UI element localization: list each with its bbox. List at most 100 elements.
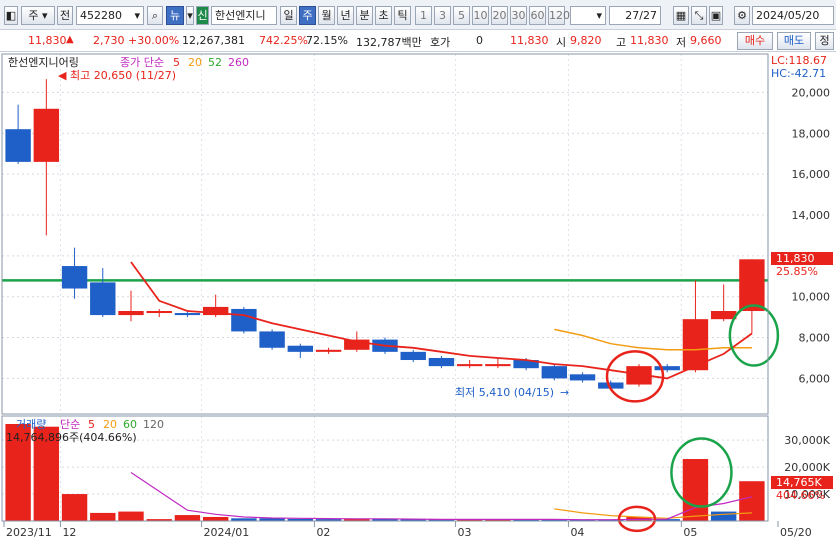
candle-body (61, 266, 88, 289)
period-tab-1[interactable]: 주 (299, 6, 316, 25)
high-arrow-icon: ◀ (58, 69, 67, 82)
candle-body (287, 345, 314, 352)
candle-body (174, 313, 201, 316)
open-label: 시 (556, 36, 567, 49)
edit-button[interactable]: 정 (815, 32, 834, 50)
interval-button-2[interactable]: 5 (453, 6, 470, 25)
interval-button-6[interactable]: 60 (529, 6, 546, 25)
interval-button-3[interactable]: 10 (472, 6, 489, 25)
candle-body (118, 310, 144, 316)
count-value: 27/27 (625, 9, 657, 22)
last-price-tag-text: 11,830 (776, 252, 815, 265)
hoga-label: 호가 (430, 36, 451, 49)
price-tick-label: 20,000 (792, 86, 831, 99)
volume-bar (202, 516, 229, 521)
current-price: 11,830 (28, 34, 67, 47)
x-tick-label: 2023/11 (6, 526, 52, 539)
ma-20-label: 20 (188, 56, 202, 69)
lc-label: LC:118.67 (771, 54, 827, 67)
gear-icon[interactable]: ⚙ (734, 6, 750, 25)
amount: 132,787백만 (356, 36, 422, 49)
volume-bar (90, 512, 116, 521)
candle-body (231, 308, 257, 332)
low-price: 9,660 (690, 34, 722, 47)
interval-button-7[interactable]: 120 (548, 6, 570, 25)
period-tab-5[interactable]: 초 (375, 6, 392, 25)
vol-ma-5-label: 5 (88, 418, 95, 431)
code-input[interactable]: 452280 ▾ (76, 6, 144, 25)
date-field[interactable]: 2024/05/20 (752, 6, 834, 25)
period-tab-6[interactable]: 틱 (394, 6, 411, 25)
last-change-tag: 25.85% (776, 265, 818, 278)
last-volume-tag-text: 14,765K (776, 476, 822, 489)
low-label: 저 (676, 36, 687, 49)
volume-bar (174, 515, 201, 521)
count-select[interactable]: ▾ (570, 6, 606, 25)
period-tab-4[interactable]: 분 (356, 6, 373, 25)
price-tick-label: 6,000 (799, 372, 831, 385)
sell-button[interactable]: 매도 (777, 32, 811, 50)
period-tab-2[interactable]: 월 (318, 6, 335, 25)
volume-note: 14,764,896주(404.66%) (6, 431, 137, 444)
ma-52-label: 52 (208, 56, 222, 69)
price-tick-label: 18,000 (792, 127, 831, 140)
stock-chart[interactable]: 6,0008,00010,00012,00014,00016,00018,000… (0, 52, 836, 542)
turnover: 72.15% (306, 34, 348, 47)
period-tab-3[interactable]: 년 (337, 6, 354, 25)
volume-ratio: 742.25% (259, 34, 308, 47)
date-value: 2024/05/20 (756, 9, 820, 22)
search-icon[interactable]: ⌕ (147, 6, 163, 25)
last-volume-pct: 404.66% (776, 489, 825, 502)
volume-bar (61, 494, 88, 521)
stock-name-field[interactable]: 한선엔지니 (211, 6, 277, 25)
candle-body (485, 364, 511, 367)
window-icon[interactable]: ◧ (4, 6, 18, 25)
save-icon[interactable]: ▣ (709, 6, 723, 25)
interval-button-5[interactable]: 30 (510, 6, 527, 25)
candle-body (5, 129, 31, 162)
panel-title: 한선엔지니어링 (8, 56, 79, 69)
candle-body (315, 349, 342, 352)
toolbar: ◧ 주 ▾ 전 452280 ▾ ⌕ 뉴 ▾ 신 한선엔지니 일주월년분초틱 13… (0, 0, 836, 30)
x-tick-label: 2024/01 (204, 526, 250, 539)
volume-title: 거래량 (16, 418, 46, 431)
change: 2,730 +30.00% (93, 34, 180, 47)
hc-label: HC:-42.71 (771, 67, 826, 80)
price-tick-label: 16,000 (792, 168, 831, 181)
ma-260-label: 260 (228, 56, 249, 69)
ask-price: 11,830 (510, 34, 549, 47)
new-label: 뉴 (169, 9, 181, 22)
vol-ma-60-label: 60 (123, 418, 137, 431)
market-value: 전 (59, 9, 71, 22)
grid-icon[interactable]: ▦ (673, 6, 689, 25)
price-tick-label: 10,000 (792, 291, 831, 304)
price-tick-label: 8,000 (799, 332, 831, 345)
credit-badge: 신 (196, 6, 209, 25)
volume-ma-label: 단순 (60, 418, 80, 431)
candle-body (146, 310, 172, 314)
volume-bar (118, 511, 144, 521)
interval-button-4[interactable]: 20 (491, 6, 508, 25)
new-button[interactable]: 뉴 (166, 6, 184, 25)
chevron-down-icon[interactable]: ▾ (186, 6, 194, 25)
candle-body (90, 282, 116, 316)
count-field[interactable]: 27/27 (609, 6, 661, 25)
period-tab-0[interactable]: 일 (280, 6, 297, 25)
interval-button-1[interactable]: 3 (434, 6, 451, 25)
candle-body (710, 310, 737, 320)
open-price: 9,820 (570, 34, 602, 47)
volume-bar (739, 481, 765, 521)
ma-5-label: 5 (173, 56, 180, 69)
price-tick-label: 14,000 (792, 209, 831, 222)
tool-icon[interactable]: ⤡ (691, 6, 707, 25)
period-type-select[interactable]: 주 ▾ (21, 6, 55, 25)
market-select[interactable]: 전 (57, 6, 73, 25)
x-tick-label: 12 (62, 526, 76, 539)
low-arrow-icon: → (560, 386, 569, 399)
volume-tick-label: 30,000K (784, 434, 830, 447)
interval-button-0[interactable]: 1 (415, 6, 432, 25)
candle-body (541, 366, 568, 379)
vol-ma-20-label: 20 (103, 418, 117, 431)
x-tick-label: 04 (570, 526, 584, 539)
buy-button[interactable]: 매수 (737, 32, 773, 50)
